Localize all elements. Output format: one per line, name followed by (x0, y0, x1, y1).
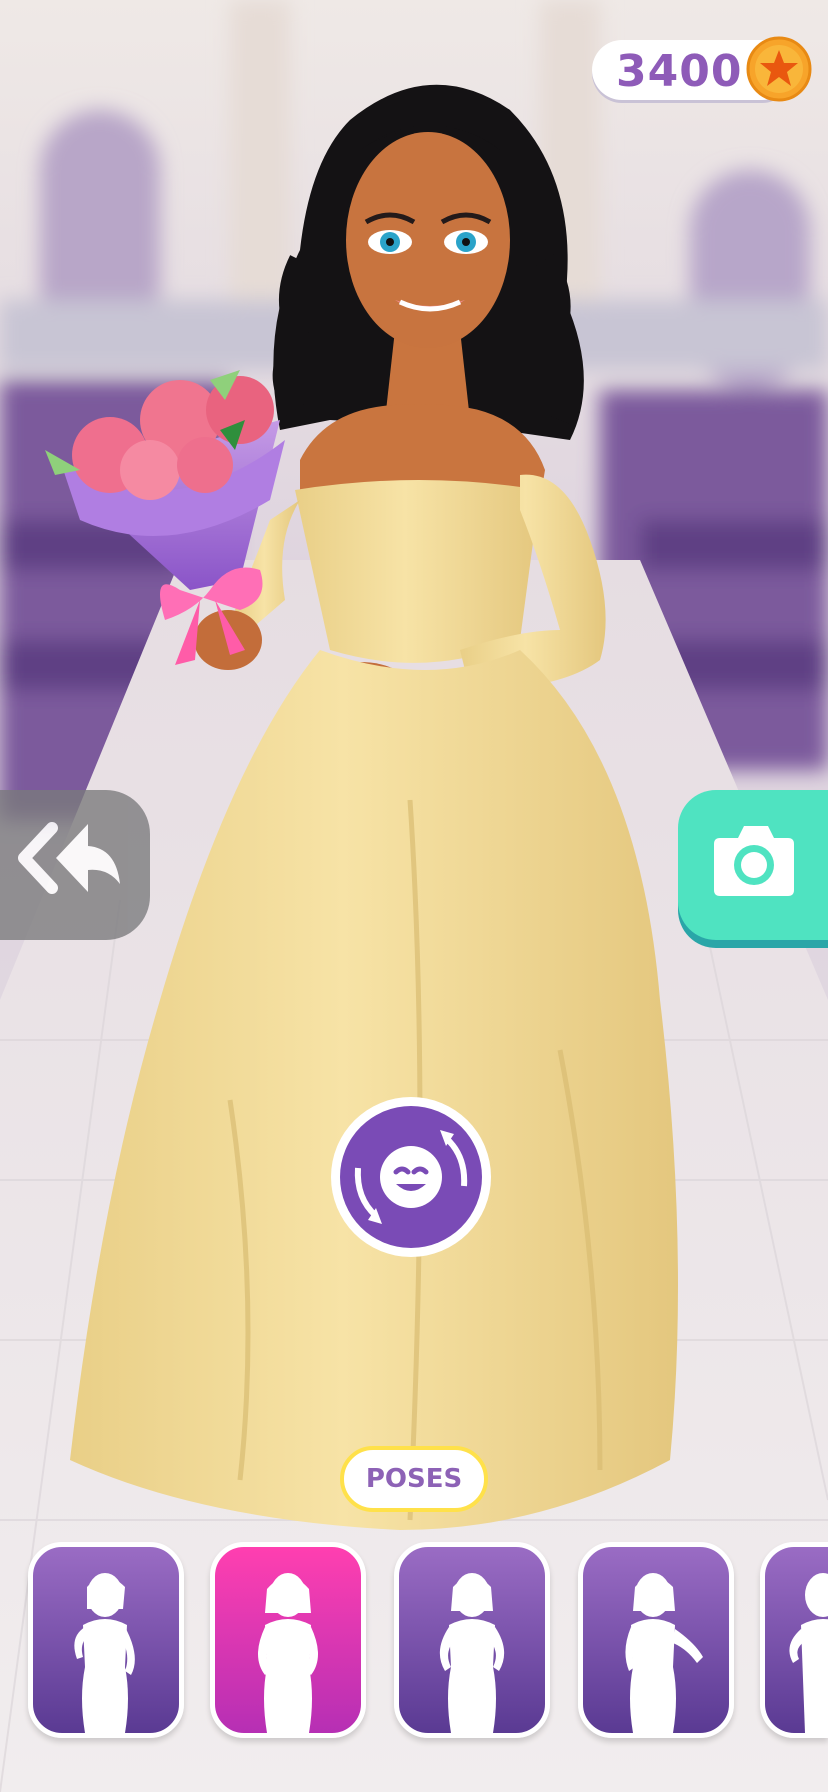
camera-icon (714, 826, 794, 896)
star-coin-icon (746, 36, 812, 102)
pose-card-1[interactable] (28, 1542, 184, 1738)
rotate-face-icon (331, 1097, 491, 1257)
pose-card-4[interactable] (578, 1542, 734, 1738)
coin-counter: 3400 (592, 36, 812, 102)
pose-card-3[interactable] (394, 1542, 550, 1738)
change-expression-button[interactable] (328, 1094, 494, 1260)
pose-silhouette-icon (625, 1573, 703, 1733)
pose-card-2[interactable] (210, 1542, 366, 1738)
coin-count: 3400 (616, 46, 743, 97)
poses-label: POSES (340, 1446, 488, 1512)
pose-silhouette-icon (789, 1573, 828, 1733)
camera-button[interactable] (678, 790, 828, 940)
pose-card-5[interactable] (760, 1542, 828, 1738)
pose-silhouette-icon (74, 1573, 135, 1733)
pose-silhouette-icon (258, 1573, 318, 1733)
pose-silhouette-icon (439, 1573, 505, 1733)
double-back-arrow-icon (18, 822, 120, 894)
back-button[interactable] (0, 790, 150, 940)
